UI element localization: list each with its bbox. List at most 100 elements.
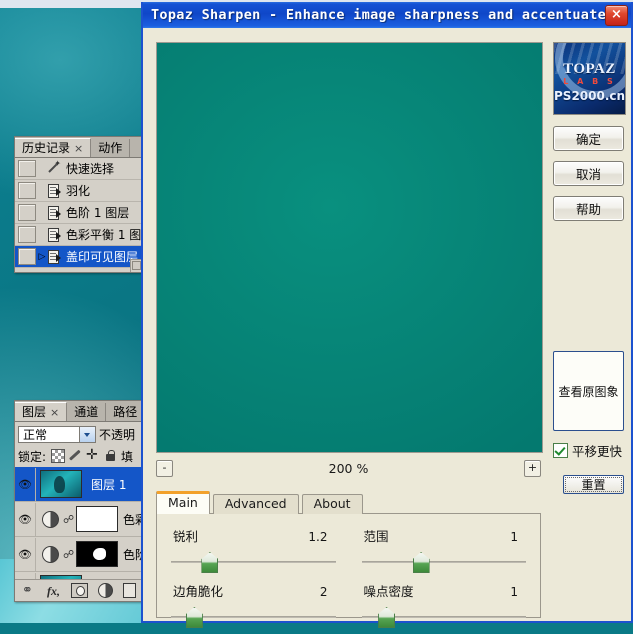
slider-group-radius: 范围 1 xyxy=(358,526,531,579)
logo-text-labs: L A B S xyxy=(558,77,621,86)
slider-thumb[interactable] xyxy=(186,607,201,626)
tab-actions-label: 动作 xyxy=(98,141,122,155)
view-original-button[interactable]: 查看原图象 xyxy=(553,351,624,431)
lock-paint-icon[interactable] xyxy=(70,450,82,462)
ok-button[interactable]: 确定 xyxy=(553,126,624,151)
slider-group-noise-density: 噪点密度 1 xyxy=(358,581,531,634)
layer-style-fx-icon[interactable]: fx, xyxy=(47,584,61,598)
history-item[interactable]: 羽化 xyxy=(15,180,143,202)
slider-value-noise-density: 1 xyxy=(510,585,526,599)
slider-label-radius: 范围 xyxy=(364,526,389,545)
layer-mask-thumbnail xyxy=(76,506,118,532)
tab-paths-label: 路径 xyxy=(113,405,137,419)
slider-noise-density[interactable] xyxy=(358,600,531,634)
tab-history-label: 历史记录 xyxy=(22,141,70,155)
slider-edge-crispness[interactable] xyxy=(167,600,340,634)
history-snapshot-checkbox[interactable] xyxy=(18,204,36,221)
slider-thumb[interactable] xyxy=(201,552,216,571)
tab-history[interactable]: 历史记录 × xyxy=(15,138,91,157)
settings-tabstrip: Main Advanced About xyxy=(156,494,541,514)
link-icon[interactable]: ☍ xyxy=(63,548,72,561)
history-item-selected[interactable]: ▷ 盖印可见图层 xyxy=(15,246,143,268)
tab-paths[interactable]: 路径 xyxy=(106,403,144,421)
slider-value-sharpen: 1.2 xyxy=(308,530,335,544)
tab-actions[interactable]: 动作 xyxy=(91,139,130,157)
layer-thumbnail xyxy=(40,470,82,498)
slider-label-sharpen: 锐利 xyxy=(173,526,198,545)
zoom-control-bar: - 200 % + xyxy=(156,457,541,479)
close-icon[interactable]: × xyxy=(74,142,83,155)
history-item-label: 快速选择 xyxy=(62,160,114,177)
document-icon xyxy=(46,227,62,242)
opacity-label: 不透明 xyxy=(99,426,135,443)
tab-channels-label: 通道 xyxy=(74,405,98,419)
eye-icon[interactable]: 👁 xyxy=(15,468,36,501)
zoom-in-button[interactable]: + xyxy=(524,460,541,477)
lock-transparency-icon[interactable] xyxy=(51,449,65,463)
adjustment-layer-icon xyxy=(42,511,59,528)
pan-faster-checkbox-row[interactable]: 平移更快 xyxy=(553,441,622,460)
history-panel: 历史记录 × 动作 快速选择 羽化 色阶 1 图层 色彩平衡 1 图层 ▷ 盖印可… xyxy=(14,136,144,273)
help-button[interactable]: 帮助 xyxy=(553,196,624,221)
slider-thumb[interactable] xyxy=(413,552,428,571)
image-preview[interactable] xyxy=(156,42,543,453)
history-panel-tabs: 历史记录 × 动作 xyxy=(15,137,143,158)
lock-row: 锁定: 填 xyxy=(15,445,143,467)
layer-name: 色阶 xyxy=(118,546,143,563)
history-item[interactable]: 色阶 1 图层 xyxy=(15,202,143,224)
close-icon[interactable]: × xyxy=(50,406,59,419)
history-item[interactable]: 色彩平衡 1 图层 xyxy=(15,224,143,246)
slider-sharpen[interactable] xyxy=(167,545,340,579)
layer-row[interactable]: 👁 ☍ 色阶 xyxy=(15,537,143,572)
tab-layers-label: 图层 xyxy=(22,405,46,419)
layers-panel-tabs: 图层 × 通道 路径 xyxy=(15,401,143,422)
layer-name: 图层 1 xyxy=(86,476,126,493)
history-item[interactable]: 快速选择 xyxy=(15,158,143,180)
layer-row[interactable]: 👁 ☍ 色彩 xyxy=(15,502,143,537)
layers-toolbar: fx, xyxy=(15,579,143,601)
topaz-sharpen-dialog: Topaz Sharpen - Enhance image sharpness … xyxy=(141,2,633,623)
slider-group-sharpen: 锐利 1.2 xyxy=(167,526,340,579)
pan-faster-checkbox[interactable] xyxy=(553,443,568,458)
lock-all-icon[interactable] xyxy=(104,450,116,462)
history-snapshot-checkbox[interactable] xyxy=(18,226,36,243)
slider-group-edge-crispness: 边角脆化 2 xyxy=(167,581,340,634)
layer-mask-thumbnail xyxy=(76,541,118,567)
close-icon[interactable]: × xyxy=(605,5,628,26)
new-adjustment-layer-icon[interactable] xyxy=(98,583,113,598)
eye-icon[interactable]: 👁 xyxy=(15,538,36,571)
tab-channels[interactable]: 通道 xyxy=(67,403,106,421)
slider-radius[interactable] xyxy=(358,545,531,579)
history-snapshot-checkbox[interactable] xyxy=(18,248,36,265)
current-state-arrow-icon: ▷ xyxy=(38,252,46,262)
document-icon xyxy=(46,249,62,264)
slider-thumb[interactable] xyxy=(378,607,393,626)
layer-row[interactable]: 👁 图层 1 xyxy=(15,467,143,502)
new-layer-icon[interactable] xyxy=(123,583,136,598)
add-layer-mask-icon[interactable] xyxy=(71,583,88,598)
slider-track xyxy=(362,561,527,563)
tab-about[interactable]: About xyxy=(302,494,363,514)
dialog-titlebar[interactable]: Topaz Sharpen - Enhance image sharpness … xyxy=(143,2,631,28)
lock-position-icon[interactable] xyxy=(87,450,99,462)
eye-icon[interactable]: 👁 xyxy=(15,503,36,536)
tab-advanced[interactable]: Advanced xyxy=(213,494,299,514)
reset-button[interactable]: 重置 xyxy=(563,475,624,494)
blend-mode-select[interactable]: 正常 xyxy=(18,426,96,443)
cancel-button[interactable]: 取消 xyxy=(553,161,624,186)
chevron-down-icon[interactable] xyxy=(79,427,95,442)
document-icon xyxy=(46,183,62,198)
zoom-out-button[interactable]: - xyxy=(156,460,173,477)
document-icon xyxy=(46,205,62,220)
dialog-title: Topaz Sharpen - Enhance image sharpness … xyxy=(151,7,605,23)
history-snapshot-checkbox[interactable] xyxy=(18,182,36,199)
slider-value-edge-crispness: 2 xyxy=(320,585,336,599)
history-snapshot-checkbox[interactable] xyxy=(18,160,36,177)
link-layers-icon[interactable] xyxy=(23,584,37,598)
layers-panel: 图层 × 通道 路径 正常 不透明 锁定: 填 👁 图层 1 👁 ☍ 色彩 xyxy=(14,400,144,602)
tab-main[interactable]: Main xyxy=(156,491,210,514)
slider-grid: 锐利 1.2 范围 1 xyxy=(157,514,540,634)
link-icon[interactable]: ☍ xyxy=(63,513,72,526)
history-item-label: 羽化 xyxy=(62,182,90,199)
tab-layers[interactable]: 图层 × xyxy=(15,402,67,421)
